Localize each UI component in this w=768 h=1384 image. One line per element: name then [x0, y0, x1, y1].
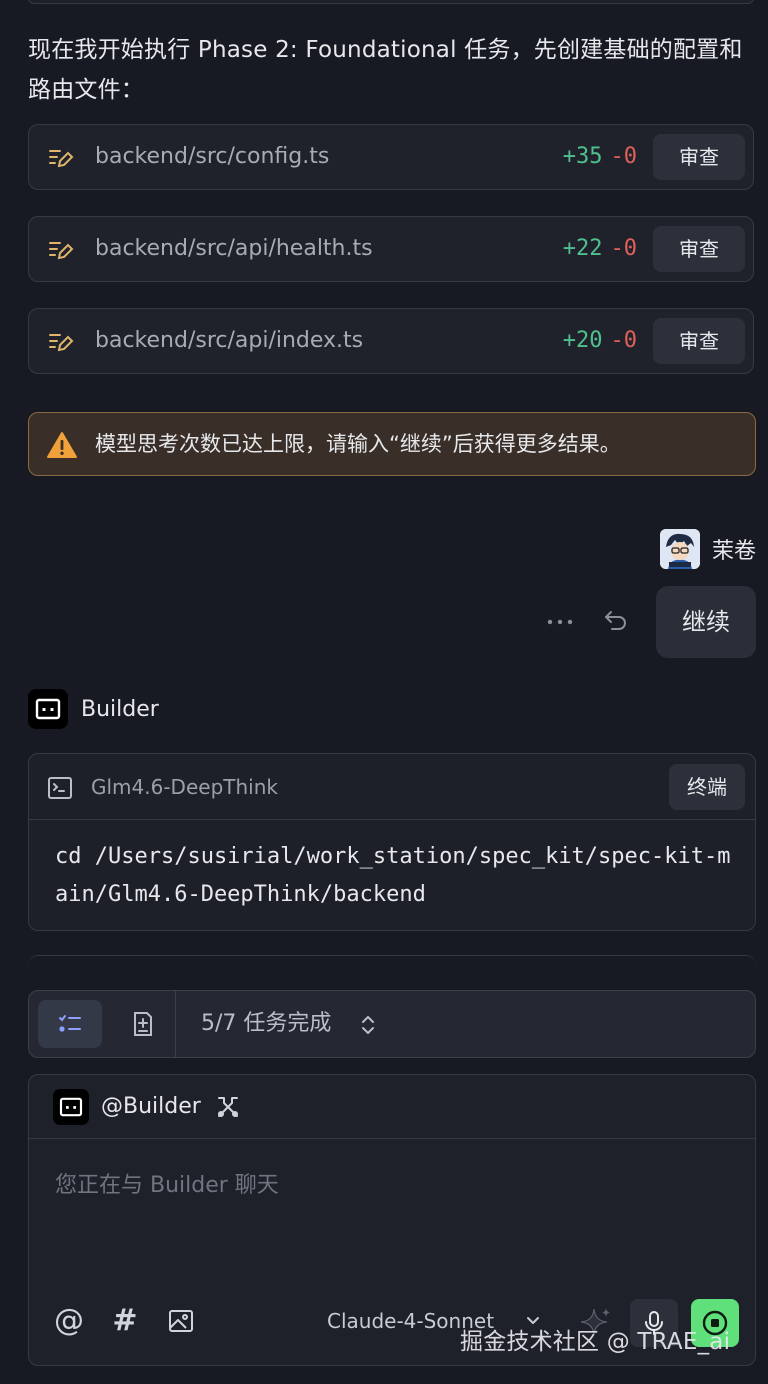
file-change-card[interactable]: backend/src/api/index.ts +20 -0 审查 — [28, 308, 754, 374]
review-button[interactable]: 审查 — [653, 318, 745, 364]
builder-avatar-icon — [53, 1089, 89, 1125]
file-change-card[interactable]: backend/src/config.ts +35 -0 审查 — [28, 124, 754, 190]
edit-file-icon — [49, 242, 74, 260]
assistant-header: Builder — [28, 688, 159, 730]
review-button[interactable]: 审查 — [653, 134, 745, 180]
more-options-icon[interactable] — [545, 612, 575, 632]
chat-input[interactable] — [55, 1165, 725, 1205]
image-button[interactable] — [165, 1305, 197, 1337]
user-name: 茉卷 — [711, 539, 756, 564]
open-terminal-button[interactable]: 终端 — [669, 764, 745, 810]
edit-file-icon — [49, 334, 74, 352]
warning-text: 模型思考次数已达上限，请输入“继续”后获得更多结果。 — [95, 432, 621, 456]
lines-removed: -0 — [610, 328, 638, 353]
at-icon: @ — [54, 1303, 84, 1338]
file-change-card[interactable]: backend/src/api/health.ts +22 -0 审查 — [28, 216, 754, 282]
context-button[interactable]: # — [109, 1305, 141, 1337]
previous-card-edge — [28, 0, 754, 4]
agent-mention[interactable]: @Builder — [101, 1075, 201, 1139]
user-message-bubble: 继续 — [656, 586, 756, 658]
terminal-icon — [48, 777, 72, 799]
edit-file-icon — [49, 150, 74, 168]
add-document-icon — [134, 1012, 152, 1036]
divider — [175, 991, 176, 1057]
review-button[interactable]: 审查 — [653, 226, 745, 272]
tools-icon[interactable] — [215, 1094, 241, 1120]
terminal-header: Glm4.6-DeepThink 终端 — [29, 754, 755, 820]
checklist-icon — [59, 1015, 81, 1032]
composer-header: @Builder — [29, 1075, 755, 1139]
builder-avatar-icon — [28, 689, 68, 729]
file-path: backend/src/config.ts — [95, 144, 330, 169]
file-path: backend/src/api/health.ts — [95, 236, 373, 261]
lines-added: +22 — [562, 236, 603, 261]
next-card-edge — [28, 955, 756, 975]
user-avatar — [659, 529, 700, 569]
task-status-text[interactable]: 5/7 任务完成 — [201, 991, 331, 1057]
lines-removed: -0 — [610, 144, 638, 169]
lines-added: +20 — [562, 328, 603, 353]
mention-button[interactable]: @ — [53, 1305, 85, 1337]
warning-triangle-icon — [47, 432, 77, 458]
terminal-title: Glm4.6-DeepThink — [91, 775, 278, 799]
undo-icon[interactable] — [602, 607, 630, 635]
terminal-command-card: Glm4.6-DeepThink 终端 cd /Users/susirial/w… — [28, 753, 756, 931]
document-tab[interactable] — [111, 1000, 175, 1048]
diff-stats: +20 -0 — [563, 309, 637, 373]
chevron-up-down-icon[interactable] — [359, 1013, 377, 1037]
assistant-intro-text: 现在我开始执行 Phase 2: Foundational 任务，先创建基础的配… — [28, 37, 743, 103]
chat-panel: 现在我开始执行 Phase 2: Foundational 任务，先创建基础的配… — [0, 0, 768, 1384]
file-path: backend/src/api/index.ts — [95, 328, 364, 353]
task-list-tab[interactable] — [38, 1000, 102, 1048]
task-progress-bar: 5/7 任务完成 — [28, 990, 756, 1058]
image-icon — [169, 1310, 193, 1332]
watermark: 掘金技术社区 @ TRAE_ai — [460, 1329, 731, 1355]
assistant-name: Builder — [81, 696, 159, 722]
user-header: 茉卷 — [659, 528, 756, 570]
diff-stats: +22 -0 — [563, 217, 637, 281]
lines-removed: -0 — [610, 236, 638, 261]
hash-icon: # — [112, 1303, 138, 1338]
limit-warning-banner: 模型思考次数已达上限，请输入“继续”后获得更多结果。 — [28, 412, 756, 476]
lines-added: +35 — [562, 144, 603, 169]
diff-stats: +35 -0 — [563, 125, 637, 189]
terminal-command: cd /Users/susirial/work_station/spec_kit… — [55, 844, 731, 907]
